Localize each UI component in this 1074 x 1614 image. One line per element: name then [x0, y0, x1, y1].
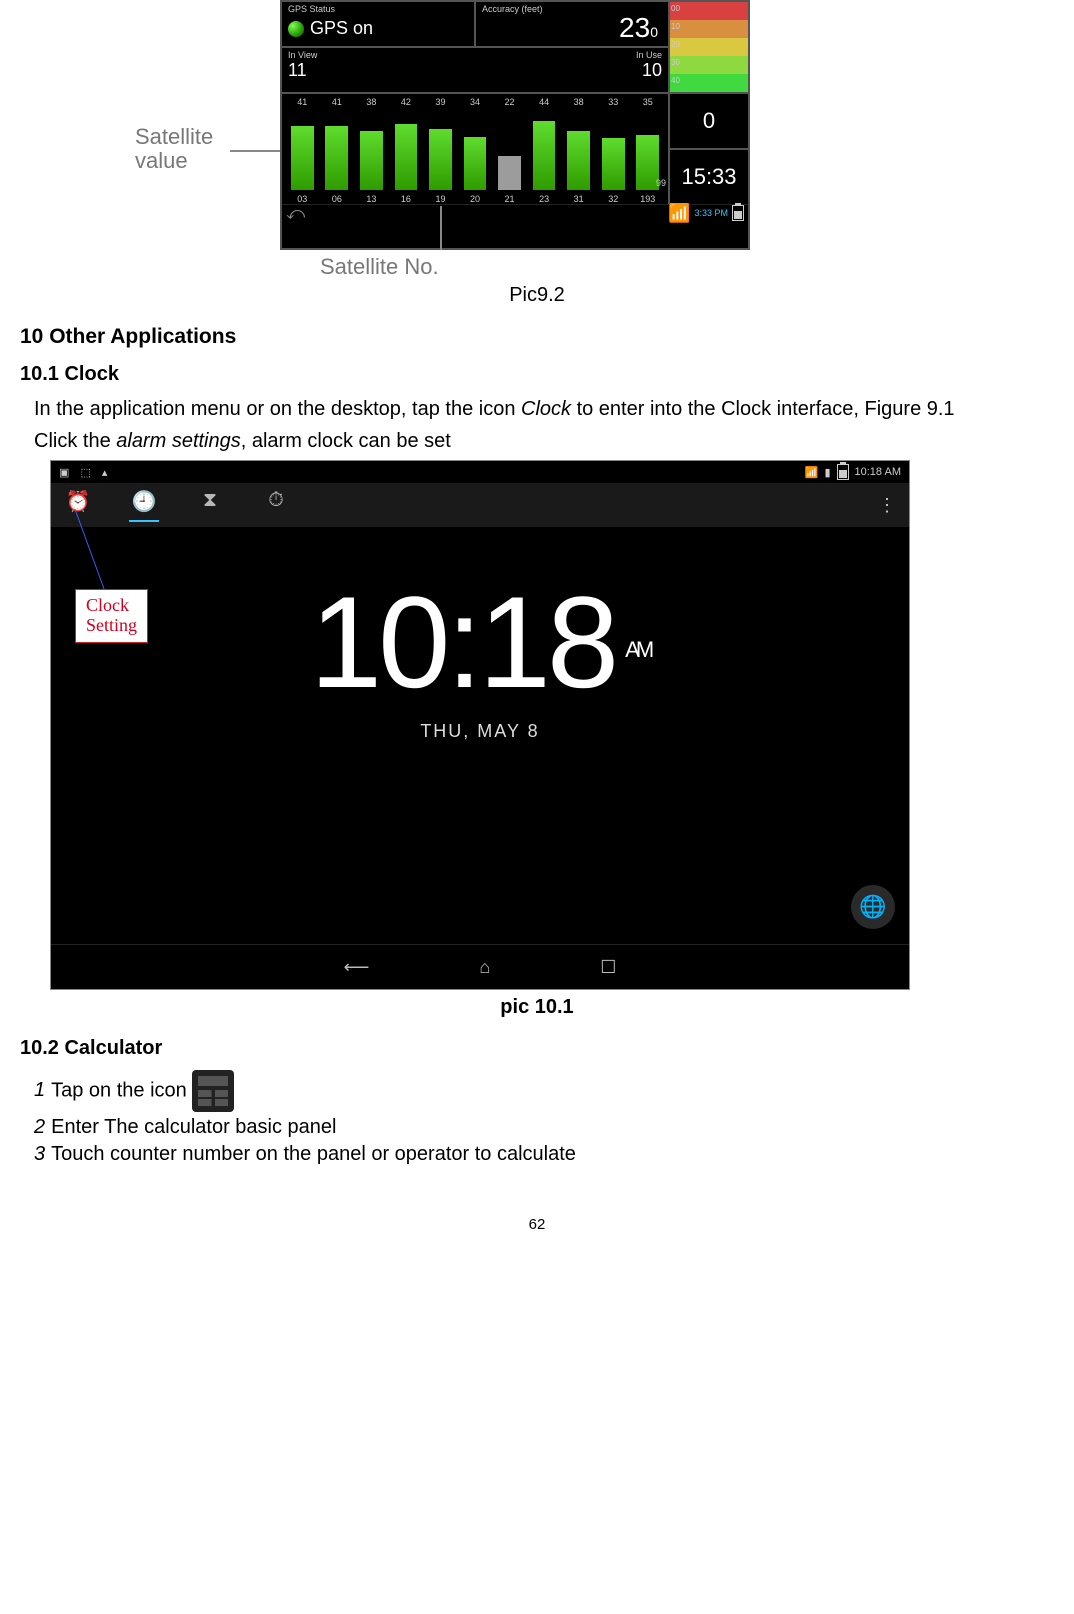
calc-step-2: 2Enter The calculator basic panel [34, 1116, 1054, 1139]
calculator-app-icon [192, 1070, 234, 1112]
battery-icon [732, 205, 744, 221]
annotation-line [440, 206, 442, 250]
wifi-icon: 📶 [805, 466, 819, 479]
callout-clock-setting: Clock Setting [75, 589, 148, 643]
accuracy-value: 230 [482, 14, 662, 42]
nav-home-icon[interactable]: ⌂ [479, 957, 490, 978]
snr-bar: 38 [562, 98, 595, 190]
clock-time: 10:18AM [51, 567, 909, 717]
snr-bar: 33 [597, 98, 630, 190]
in-use-card: In Use 10 [475, 48, 668, 92]
figure-caption-9-2: Pic9.2 [20, 284, 1054, 307]
accuracy-card: Accuracy (feet) 230 [474, 2, 668, 46]
clock-tab-bar: ⏰ 🕘 ⧗ ⏱ ⋮ [51, 483, 909, 527]
snr-bar: 41 [321, 98, 354, 190]
back-nav-icon: ⤺ [286, 203, 305, 224]
gps-screenshot: GPS Status GPS on Accuracy (feet) 230 [280, 0, 750, 250]
snr-bar: 44 [528, 98, 561, 190]
clock-screenshot: ▣ ⬚ ▴ 📶 ▮ 10:18 AM ⏰ 🕘 ⧗ ⏱ ⋮ 10:18AM THU… [50, 460, 910, 990]
gps-status-label: GPS Status [288, 4, 468, 14]
wifi-icon: 📶 [668, 203, 690, 224]
snr-bar: 35 [631, 98, 664, 190]
in-view-value: 11 [288, 60, 307, 80]
annotation-satellite-value: Satellite value [135, 125, 213, 173]
snr-bar: 41 [286, 98, 319, 190]
battery-icon [837, 464, 849, 480]
extra-small-value: 99 [656, 178, 666, 188]
in-view-label: In View [288, 50, 469, 60]
snr-bar: 34 [459, 98, 492, 190]
clock-tab-icon[interactable]: 🕘 [129, 489, 159, 522]
status-left-icons: ▣ ⬚ ▴ [59, 466, 111, 479]
heading-10-2: 10.2 Calculator [20, 1037, 1054, 1060]
right-panel-time: 15:33 [670, 148, 748, 204]
in-use-value: 10 [642, 60, 662, 80]
clock-date: THU, MAY 8 [51, 721, 909, 742]
snr-bar: 42 [390, 98, 423, 190]
clock-paragraph-2: Click the alarm settings, alarm clock ca… [34, 428, 1054, 454]
status-time: 3:33 PM [694, 208, 728, 218]
nav-recent-icon[interactable]: ☐ [600, 957, 616, 978]
signal-icon: ▮ [824, 466, 830, 479]
android-status-bar: ⤺ 📶 3:33 PM [282, 204, 748, 221]
world-clock-button[interactable]: 🌐 [851, 885, 895, 929]
heading-10: 10 Other Applications [20, 325, 1054, 349]
gps-on-text: GPS on [310, 18, 373, 39]
snr-legend: SNR 00 10 20 30 40 [670, 2, 748, 92]
page-number: 62 [20, 1216, 1054, 1233]
gps-on-dot-icon [288, 21, 304, 37]
figure-caption-10-1: pic 10.1 [20, 996, 1054, 1019]
snr-bar: 22 [493, 98, 526, 190]
overflow-menu-icon[interactable]: ⋮ [878, 495, 897, 516]
android-nav-bar: ⟵ ⌂ ☐ [51, 944, 909, 989]
snr-bar-chart: 4141384239342244383335030613161920212331… [282, 94, 668, 204]
clock-paragraph-1: In the application menu or on the deskto… [34, 396, 1054, 422]
status-time: 10:18 AM [855, 466, 901, 478]
snr-bar: 39 [424, 98, 457, 190]
right-panel-count: 0 [670, 94, 748, 148]
gps-status-card: GPS Status GPS on [282, 2, 474, 46]
in-view-card: In View 11 [282, 48, 475, 92]
stopwatch-tab-icon[interactable]: ⏱ [261, 489, 291, 522]
gps-figure: Satellite value GPS Status GPS on [20, 0, 1054, 280]
in-use-label: In Use [481, 50, 662, 60]
heading-10-1: 10.1 Clock [20, 363, 1054, 386]
snr-bar: 38 [355, 98, 388, 190]
calc-step-3: 3Touch counter number on the panel or op… [34, 1143, 1054, 1166]
annotation-satellite-no: Satellite No. [320, 254, 439, 280]
timer-tab-icon[interactable]: ⧗ [195, 489, 225, 522]
nav-back-icon[interactable]: ⟵ [344, 957, 370, 978]
android-status-bar: ▣ ⬚ ▴ 📶 ▮ 10:18 AM [51, 461, 909, 483]
calc-step-1: 1Tap on the icon [34, 1070, 1054, 1112]
